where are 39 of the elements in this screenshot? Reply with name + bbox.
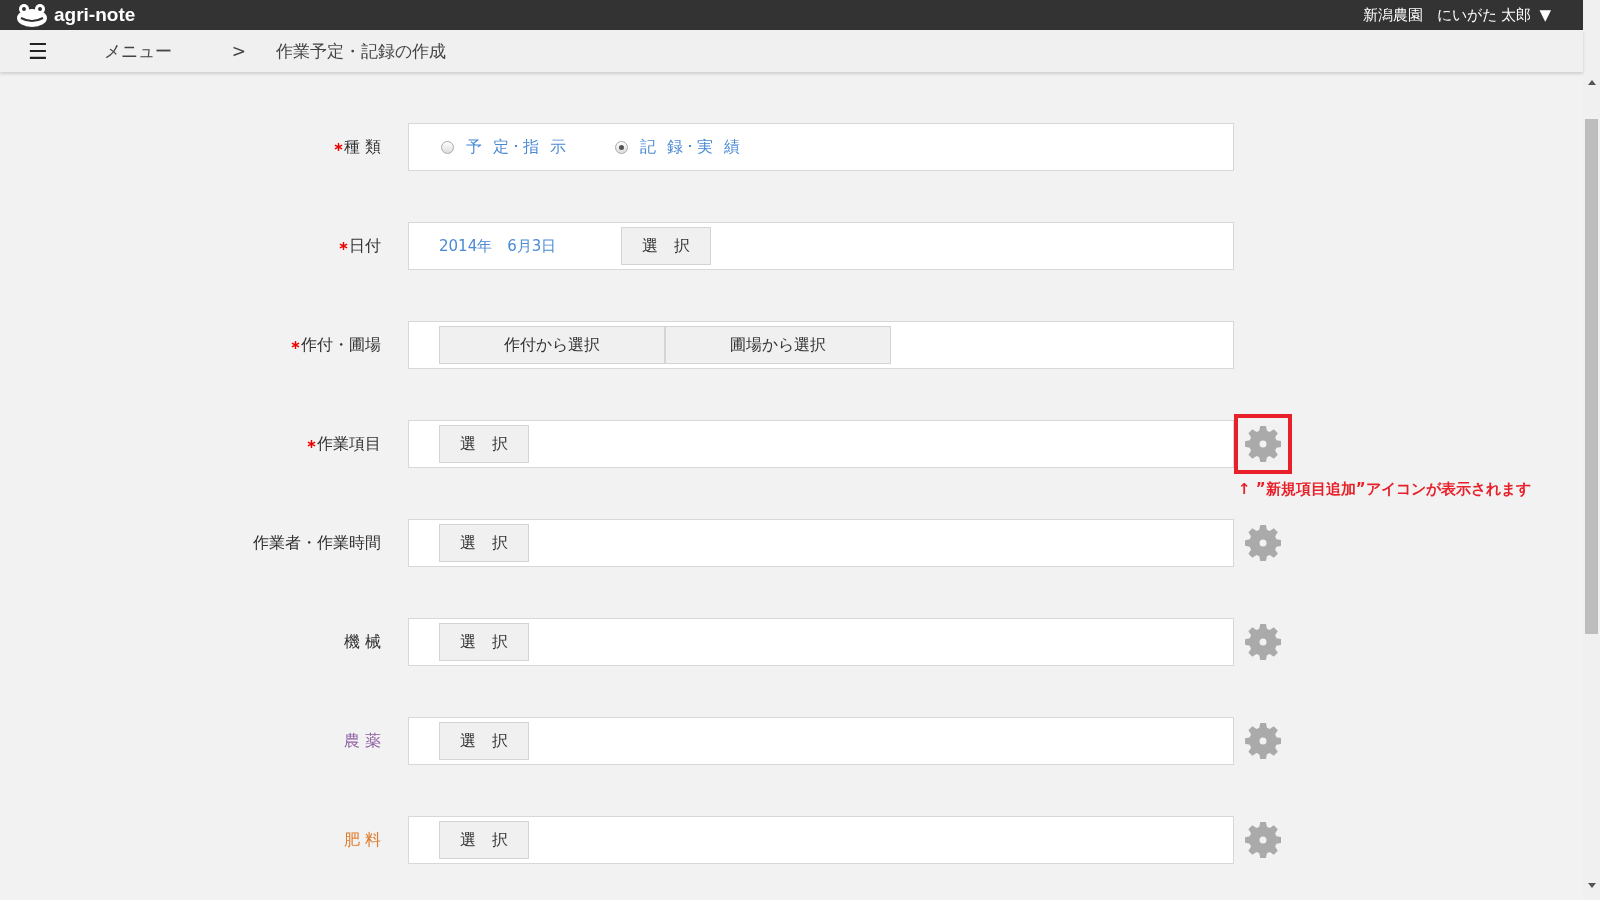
gear-icon[interactable]	[1245, 426, 1281, 462]
select-button[interactable]: 選 択	[439, 524, 529, 562]
field-label: 肥 料	[343, 829, 381, 851]
field-label: 種 類	[343, 136, 381, 158]
radio-button[interactable]	[615, 140, 629, 154]
caret-icon[interactable]: ▼	[1539, 6, 1551, 24]
gear-icon[interactable]	[1245, 822, 1281, 858]
radio-option[interactable]: 記 録･実 績	[615, 136, 744, 158]
field-label: 作付・圃場	[301, 334, 381, 356]
date-value: 2014年 6月3日	[439, 236, 558, 256]
radio-button[interactable]	[441, 140, 454, 154]
select-button[interactable]: 作付から選択	[439, 326, 665, 364]
page-title: 作業予定・記録の作成	[276, 39, 446, 63]
radio-option[interactable]: 予 定･指 示	[441, 136, 570, 158]
gear-icon[interactable]	[1245, 624, 1281, 660]
field-label: 作業項目	[317, 433, 381, 455]
scrollbar-thumb[interactable]	[1585, 119, 1598, 634]
logo-text: agri-note	[54, 4, 136, 26]
select-button[interactable]: 圃場から選択	[665, 326, 891, 364]
user-name[interactable]: にいがた 太郎	[1436, 5, 1532, 25]
select-button[interactable]: 選 択	[439, 722, 529, 760]
field-label: 作業者・作業時間	[253, 532, 381, 554]
annotation-text: ↑ ”新規項目追加”アイコンが表示されます	[1238, 480, 1531, 499]
field-label: 機 械	[343, 631, 381, 653]
scroll-up-icon[interactable]	[1587, 80, 1596, 85]
scroll-down-icon[interactable]	[1587, 883, 1596, 888]
menu-icon[interactable]: ☰	[28, 38, 48, 64]
field-label: 農 薬	[343, 730, 381, 752]
farm-name: 新潟農園	[1362, 5, 1423, 25]
breadcrumb-separator: >	[231, 41, 246, 61]
select-button[interactable]: 選 択	[621, 227, 711, 265]
field-label: 日付	[349, 235, 381, 257]
select-button[interactable]: 選 択	[439, 821, 529, 859]
select-button[interactable]: 選 択	[439, 425, 529, 463]
breadcrumb-link[interactable]: メニュー	[103, 39, 172, 63]
select-button[interactable]: 選 択	[439, 623, 529, 661]
gear-icon[interactable]	[1245, 525, 1281, 561]
frog-logo-icon[interactable]	[16, 2, 48, 28]
gear-icon[interactable]	[1245, 723, 1281, 759]
